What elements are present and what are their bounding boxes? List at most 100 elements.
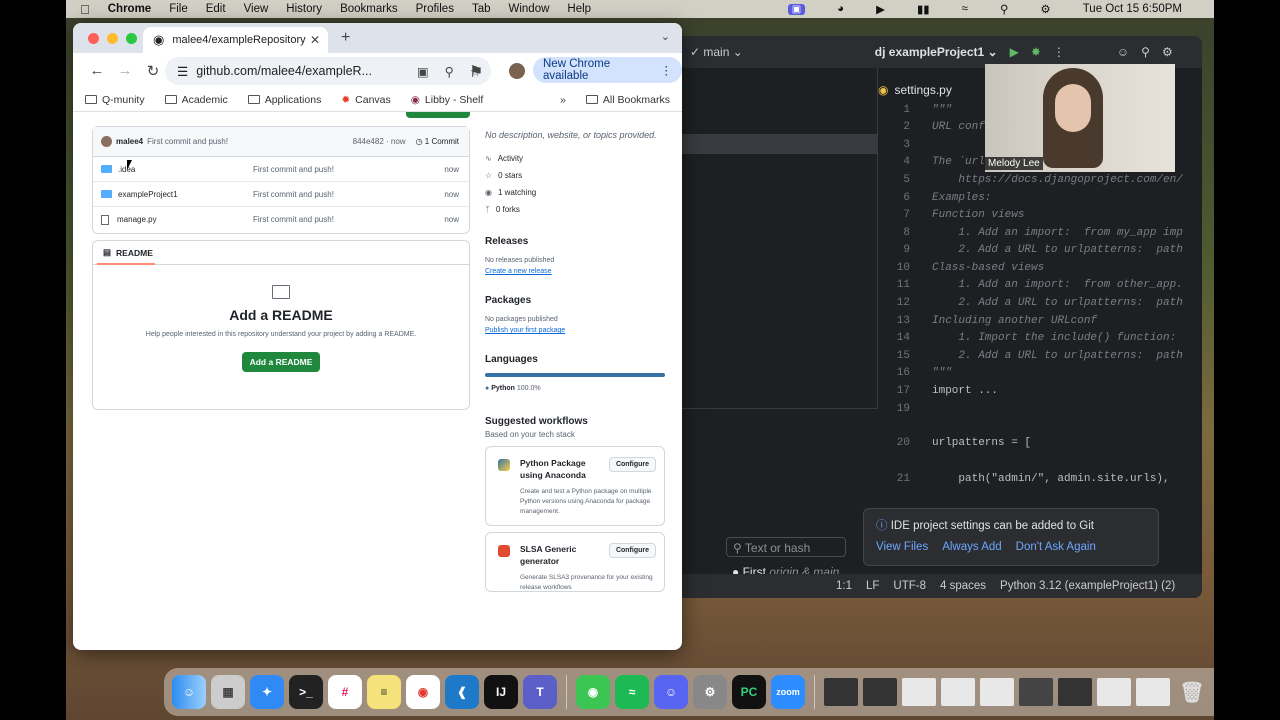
code-line[interactable]: urlpatterns = [ bbox=[932, 437, 1031, 449]
slack-icon[interactable]: # bbox=[328, 675, 362, 709]
menu-app-name[interactable]: Chrome bbox=[108, 3, 151, 15]
teams-icon[interactable]: T bbox=[523, 675, 557, 709]
minimized-window-thumbnail[interactable] bbox=[1097, 678, 1131, 706]
minimize-window-button[interactable] bbox=[107, 33, 118, 44]
pycharm-icon[interactable]: PC bbox=[732, 675, 766, 709]
file-commit-message[interactable]: First commit and push! bbox=[253, 190, 334, 199]
code-line[interactable]: Examples: bbox=[932, 192, 991, 204]
code-button[interactable] bbox=[406, 112, 470, 118]
file-row[interactable]: manage.py First commit and push! now bbox=[93, 207, 469, 232]
publish-package-link[interactable]: Publish your first package bbox=[485, 325, 665, 336]
close-tab-icon[interactable]: ✕ bbox=[310, 33, 320, 47]
apple-icon[interactable]:  bbox=[80, 2, 90, 17]
intellij-icon[interactable]: IJ bbox=[484, 675, 518, 709]
minimized-window-thumbnail[interactable] bbox=[902, 678, 936, 706]
code-line[interactable]: Class-based views bbox=[932, 262, 1044, 274]
site-info-icon[interactable]: ☰ bbox=[177, 64, 188, 79]
packages-heading[interactable]: Packages bbox=[485, 295, 665, 306]
menu-history[interactable]: History bbox=[286, 3, 322, 15]
install-icon[interactable]: ▣ bbox=[417, 64, 429, 79]
minimized-window-thumbnail[interactable] bbox=[863, 678, 897, 706]
menu-view[interactable]: View bbox=[244, 3, 269, 15]
project-selector[interactable]: dj exampleProject1 ⌄ bbox=[875, 45, 998, 59]
configure-button[interactable]: Configure bbox=[608, 543, 656, 558]
reload-icon[interactable]: ↻ bbox=[139, 62, 167, 80]
zoom-app-icon[interactable]: zoom bbox=[771, 675, 805, 709]
readme-tab[interactable]: ▤ README bbox=[93, 241, 469, 265]
code-line[interactable]: URL confi bbox=[932, 121, 991, 133]
code-line[interactable]: Function views bbox=[932, 209, 1024, 221]
terminal-icon[interactable]: >_ bbox=[289, 675, 323, 709]
tab-search-icon[interactable]: ⌄ bbox=[661, 30, 670, 43]
language-entry[interactable]: ● Python 100.0% bbox=[485, 383, 665, 394]
code-line[interactable]: 1. Add an import: from my_app imp bbox=[932, 227, 1182, 239]
bookmark-q-munity[interactable]: Q-munity bbox=[85, 94, 145, 106]
forward-icon[interactable]: → bbox=[111, 62, 139, 79]
code-line[interactable]: The `url bbox=[932, 156, 985, 168]
chrome-icon[interactable]: ◉ bbox=[406, 675, 440, 709]
all-bookmarks[interactable]: All Bookmarks bbox=[585, 94, 670, 106]
minimized-window-thumbnail[interactable] bbox=[980, 678, 1014, 706]
safari-icon[interactable]: ✦ bbox=[250, 675, 284, 709]
more-icon[interactable]: ⋮ bbox=[1053, 45, 1065, 59]
bookmark-applications[interactable]: Applications bbox=[247, 94, 321, 106]
file-row[interactable]: exampleProject1 First commit and push! n… bbox=[93, 182, 469, 207]
ide-search-icon[interactable]: ⚲ bbox=[1141, 45, 1150, 59]
minimized-window-thumbnail[interactable] bbox=[941, 678, 975, 706]
editor-tab[interactable]: ◉ settings.py bbox=[878, 76, 952, 104]
vscode-icon[interactable]: ❰ bbox=[445, 675, 479, 709]
add-readme-button[interactable]: Add a README bbox=[241, 352, 321, 372]
finder-icon[interactable]: ☺ bbox=[172, 675, 206, 709]
code-line[interactable]: 2. Add a URL to urlpatterns: path bbox=[932, 244, 1182, 256]
menu-bookmarks[interactable]: Bookmarks bbox=[340, 3, 398, 15]
kebab-menu-icon[interactable]: ⋮ bbox=[661, 63, 673, 77]
battery-icon[interactable]: ▮▮ bbox=[917, 2, 930, 16]
minimized-window-thumbnail[interactable] bbox=[1019, 678, 1053, 706]
minimized-window-thumbnail[interactable] bbox=[824, 678, 858, 706]
ide-settings-icon[interactable]: ⚙ bbox=[1162, 45, 1173, 59]
new-tab-icon[interactable]: + bbox=[341, 29, 350, 47]
new-chrome-available-button[interactable]: New Chrome available ⋮ bbox=[533, 57, 682, 83]
bookmark-libby[interactable]: ◉ Libby - Shelf bbox=[411, 94, 484, 106]
status-position[interactable]: 1:1 bbox=[836, 580, 852, 592]
discord-icon[interactable]: ☺ bbox=[654, 675, 688, 709]
code-line[interactable]: 1. Add an import: from other_app. bbox=[932, 279, 1182, 291]
trash-icon[interactable]: 🗑 bbox=[1175, 675, 1209, 709]
spotify-icon[interactable]: ≈ bbox=[615, 675, 649, 709]
maximize-window-button[interactable] bbox=[126, 33, 137, 44]
code-line[interactable]: path("admin/", admin.site.urls), bbox=[932, 473, 1169, 485]
configure-button[interactable]: Configure bbox=[608, 457, 656, 472]
code-line[interactable]: import ... bbox=[932, 385, 998, 397]
tab-github-repo[interactable]: ◉ malee4/exampleRepository ✕ bbox=[143, 27, 328, 53]
code-line[interactable]: 2. Add a URL to urlpatterns: path bbox=[932, 350, 1182, 362]
code-line[interactable]: """ bbox=[932, 104, 952, 116]
vpn-icon[interactable]: ◕ bbox=[837, 3, 844, 15]
file-name[interactable]: manage.py bbox=[117, 215, 157, 224]
menubar-clock[interactable]: Tue Oct 15 6:50PM bbox=[1083, 3, 1182, 15]
system-settings-icon[interactable]: ⚙ bbox=[693, 675, 727, 709]
dont-ask-again-link[interactable]: Don't Ask Again bbox=[1016, 541, 1096, 553]
commit-count[interactable]: ◷ 1 Commit bbox=[416, 137, 459, 146]
zoom-lens-icon[interactable]: ⚲ bbox=[445, 64, 454, 79]
menu-edit[interactable]: Edit bbox=[206, 3, 226, 15]
status-interpreter[interactable]: Python 3.12 (exampleProject1) (2) bbox=[1000, 580, 1175, 592]
watchers-link[interactable]: ◉ 1 watching bbox=[485, 184, 665, 201]
search-icon[interactable]: ⚲ bbox=[1000, 2, 1008, 16]
bookmark-academic[interactable]: Academic bbox=[164, 94, 228, 106]
file-commit-message[interactable]: First commit and push! bbox=[253, 215, 334, 224]
menu-profiles[interactable]: Profiles bbox=[416, 3, 454, 15]
code-line[interactable]: Including another URLconf bbox=[932, 315, 1097, 327]
extensions-icon[interactable]: ⚑ bbox=[469, 62, 483, 82]
bookmark-canvas[interactable]: ✹ Canvas bbox=[341, 94, 390, 106]
file-commit-message[interactable]: First commit and push! bbox=[253, 165, 334, 174]
forks-link[interactable]: ᛉ0 forks bbox=[485, 201, 665, 218]
commit-hash[interactable]: 844e482 · now bbox=[353, 137, 406, 146]
notes-icon[interactable]: ≡ bbox=[367, 675, 401, 709]
back-icon[interactable]: ← bbox=[83, 62, 111, 79]
minimized-window-thumbnail[interactable] bbox=[1058, 678, 1092, 706]
file-row[interactable]: .idea First commit and push! now bbox=[93, 157, 469, 182]
view-files-link[interactable]: View Files bbox=[876, 541, 928, 553]
launchpad-icon[interactable]: ▦ bbox=[211, 675, 245, 709]
git-search-input[interactable]: ⚲ Text or hash bbox=[726, 537, 846, 557]
close-window-button[interactable] bbox=[88, 33, 99, 44]
